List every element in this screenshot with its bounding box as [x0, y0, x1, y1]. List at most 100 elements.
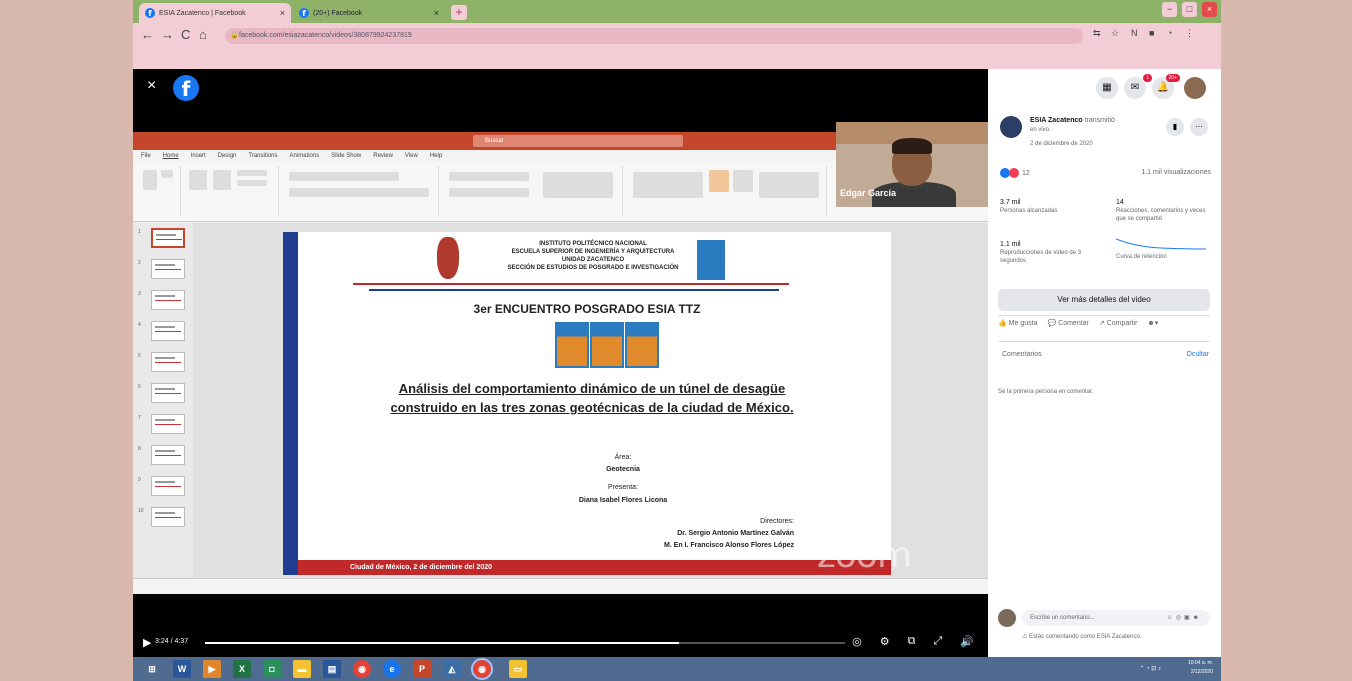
ppt-tab: Insert	[190, 153, 206, 159]
slide-thumbnail[interactable]	[151, 507, 185, 527]
slide-thumbnail[interactable]	[151, 445, 185, 465]
excel-icon[interactable]: X	[233, 660, 251, 678]
emoji-icons[interactable]: ☺◎▣☻	[1167, 610, 1202, 626]
close-tab-icon[interactable]: ×	[434, 8, 439, 18]
ribbon-group-drawing	[627, 166, 827, 216]
like-button[interactable]: 👍 Me gusta	[998, 319, 1037, 327]
page-selector-icon[interactable]: ☻▾	[1147, 319, 1158, 327]
clock[interactable]: 10:04 a. m. 2/12/2020	[1188, 659, 1213, 677]
address-bar[interactable]: 🔒 facebook.com/esiazacatenco/videos/3808…	[225, 28, 1083, 44]
page-avatar[interactable]	[1000, 116, 1022, 138]
live-label: en vivo.	[1030, 127, 1051, 133]
close-tab-icon[interactable]: ×	[280, 8, 285, 18]
apps-grid-icon[interactable]: ▦	[1096, 77, 1118, 99]
hide-comments-link[interactable]: Ocultar	[1186, 351, 1209, 358]
reaction-count: 12	[1022, 169, 1030, 177]
back-button[interactable]: ←	[141, 27, 154, 42]
reactions-summary[interactable]: 12	[1000, 168, 1030, 178]
url-text: facebook.com/esiazacatenco/videos/380879…	[239, 32, 412, 39]
slide-thumbnail[interactable]	[151, 476, 185, 496]
video-player[interactable]: × f Buscar File Home Insert Design Trans…	[133, 69, 988, 657]
notifications-icon[interactable]: 🔔 20+	[1152, 74, 1180, 99]
home-button[interactable]: ⌂	[199, 27, 207, 42]
ppt-tab: Home	[162, 153, 179, 159]
browser-tab-esia[interactable]: f ESIA Zacatenco | Facebook ×	[139, 3, 291, 23]
director-name: M. En I. Francisco Alonso Flores López	[663, 542, 794, 549]
more-options-icon[interactable]: ⋯	[1190, 118, 1208, 136]
system-tray-icons[interactable]: ⌃ ◔ ⊡ ♪	[1139, 665, 1161, 672]
word-icon[interactable]: W	[173, 660, 191, 678]
minimize-button[interactable]: −	[1162, 2, 1177, 17]
messenger-badge: 1	[1143, 74, 1152, 82]
file-explorer-icon[interactable]: ▬	[293, 660, 311, 678]
close-window-button[interactable]: ×	[1202, 2, 1217, 17]
directors-label: Directores:	[760, 518, 794, 525]
app-icon[interactable]: ▭	[509, 660, 527, 678]
captions-icon[interactable]: ◎	[852, 635, 862, 648]
window-controls: − □ ×	[1162, 2, 1217, 17]
page-name[interactable]: ESIA Zacatenco	[1030, 117, 1083, 124]
slide-thumbnail[interactable]	[151, 259, 185, 279]
share-button[interactable]: ↗ Compartir	[1099, 319, 1138, 327]
sidebar-topbar: ▦ ✉ 1 🔔 20+	[988, 69, 1221, 107]
stat-plays: 1.1 mil Reproducciones de video de 3 segu…	[1000, 241, 1082, 264]
ppt-search-box: Buscar	[473, 135, 683, 147]
chrome-active-icon[interactable]: ◉	[471, 658, 493, 680]
close-video-icon[interactable]: ×	[147, 77, 156, 95]
profile-icon[interactable]: ◔	[1167, 28, 1172, 38]
webcam-name: Edgar García	[840, 188, 897, 198]
zoom-watermark: zoom	[817, 535, 912, 576]
slide-thumbnail[interactable]	[151, 228, 185, 248]
more-details-button[interactable]: Ver más detalles del video	[998, 289, 1210, 311]
slide-thumbnail[interactable]	[151, 414, 185, 434]
comment-input[interactable]: Escribe un comentario... ☺◎▣☻	[1022, 610, 1210, 626]
app-icon[interactable]: ◭	[443, 660, 461, 678]
facebook-logo-icon[interactable]: f	[173, 75, 199, 101]
settings-icon[interactable]: ⚙	[880, 635, 890, 648]
powerpoint-icon[interactable]: P	[413, 660, 431, 678]
ppt-tab: Transitions	[248, 153, 278, 159]
clock-time: 10:04 a. m.	[1187, 660, 1213, 666]
miniplayer-icon[interactable]: ⧉	[908, 635, 916, 648]
post-action: transmitió	[1084, 117, 1115, 124]
forward-button[interactable]: →	[161, 27, 174, 42]
app-icon[interactable]: ◘	[263, 660, 281, 678]
comment-button[interactable]: 💬 Comentar	[1047, 319, 1088, 327]
ppt-tab: Animations	[289, 153, 320, 159]
bookmark-icon[interactable]: ▮	[1166, 118, 1184, 136]
browser-tab-facebook[interactable]: f (20+) Facebook ×	[293, 3, 445, 23]
ppt-tab: Help	[429, 153, 443, 159]
red-divider	[353, 283, 789, 285]
menu-kebab-icon[interactable]: ⋮	[1185, 28, 1194, 39]
bookmark-star-icon[interactable]: ☆	[1111, 28, 1119, 39]
app-icon[interactable]: ▤	[323, 660, 341, 678]
messenger-icon[interactable]: ✉ 1	[1124, 74, 1152, 99]
reload-button[interactable]: C	[181, 27, 190, 42]
extension-icon[interactable]: ■	[1149, 28, 1154, 38]
chrome-icon[interactable]: ◉	[353, 660, 371, 678]
slide-thumbnail[interactable]	[151, 290, 185, 310]
post-date[interactable]: 2 de diciembre de 2020	[1030, 141, 1093, 147]
stat-engagement: 14 Reacciones, comentarios y veces que se…	[1116, 199, 1206, 222]
view-count: 1.1 mil visualizaciones	[1141, 169, 1211, 176]
stat-reach: 3.7 mil Personas alcanzadas	[1000, 199, 1058, 214]
avatar[interactable]	[1184, 77, 1206, 99]
slide-thumbnail[interactable]	[151, 321, 185, 341]
volume-icon[interactable]: 🔊	[960, 635, 974, 648]
ppt-tab: Design	[217, 153, 237, 159]
windows-start-icon[interactable]: ⊞	[143, 660, 161, 678]
slide-thumbnail[interactable]	[151, 352, 185, 372]
translate-icon[interactable]: ⇆	[1093, 28, 1101, 39]
play-icon[interactable]: ▶	[143, 636, 151, 649]
progress-bar[interactable]	[205, 642, 845, 644]
slide-thumbnail[interactable]	[151, 383, 185, 403]
fullscreen-icon[interactable]: ⤢	[933, 635, 942, 648]
app-icon[interactable]: ▶	[203, 660, 221, 678]
ribbon-group-clipboard	[137, 166, 181, 216]
edge-icon[interactable]: e	[383, 660, 401, 678]
extension-icon[interactable]: N	[1131, 28, 1138, 38]
facebook-favicon-icon: f	[145, 8, 155, 18]
new-tab-button[interactable]: +	[451, 5, 467, 20]
maximize-button[interactable]: □	[1182, 2, 1197, 17]
windows-taskbar: ⊞ W ▶ X ◘ ▬ ▤ ◉ e P ◭ ◉ ▭ ⌃ ◔ ⊡ ♪ 10:04 …	[133, 657, 1221, 681]
